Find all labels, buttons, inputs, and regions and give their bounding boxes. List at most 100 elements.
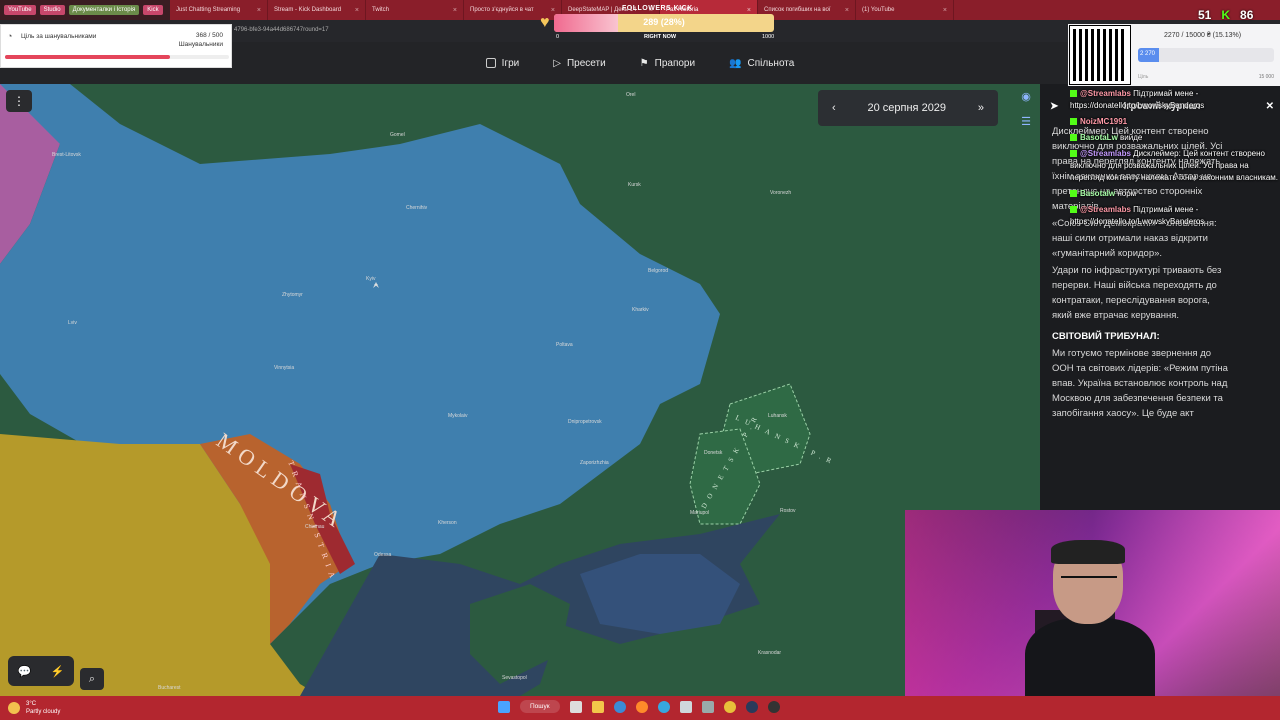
telegram-icon[interactable] xyxy=(657,700,670,713)
nav-label: Спільнота xyxy=(747,57,795,69)
city-label[interactable]: Luhansk xyxy=(768,413,787,419)
chat-message: @Streamlabs Підтримай мене - https://don… xyxy=(1070,204,1280,228)
prev-date-button[interactable]: ‹ xyxy=(832,102,836,114)
city-label[interactable]: Belgorod xyxy=(648,268,668,274)
menu-button[interactable]: ⋮ xyxy=(6,90,32,112)
steam-icon[interactable] xyxy=(745,700,758,713)
city-label[interactable]: Sevastopol xyxy=(502,675,527,681)
webcam-overlay xyxy=(905,510,1280,696)
grid-icon[interactable] xyxy=(701,700,714,713)
city-label[interactable]: Krasnodar xyxy=(758,650,781,656)
goal-progress-fill xyxy=(5,55,170,59)
bookmark-docs[interactable]: Документалки і Історія xyxy=(68,5,140,15)
nav-community[interactable]: 👥 Спільнота xyxy=(729,58,794,69)
kick-badge-icon xyxy=(1070,206,1077,214)
city-label[interactable]: Zaporizhzhia xyxy=(580,460,609,466)
city-label[interactable]: Rostov xyxy=(780,508,796,514)
map-search-button[interactable]: ⌕ xyxy=(80,668,104,690)
city-label[interactable]: Zhytomyr xyxy=(282,292,303,298)
log-heading: СВІТОВИЙ ТРИБУНАЛ: xyxy=(1052,331,1160,342)
close-icon[interactable]: × xyxy=(845,7,849,14)
city-label[interactable]: Vinnytsia xyxy=(274,365,294,371)
close-icon[interactable]: × xyxy=(453,7,457,14)
bookmark-studio[interactable]: Studio xyxy=(39,5,65,15)
log-paragraph: Ми готуємо термінове звернення до ООН та… xyxy=(1052,348,1228,419)
obs-icon[interactable] xyxy=(767,700,780,713)
chat-user: @Streamlabs xyxy=(1080,149,1131,158)
sun-icon xyxy=(8,702,20,714)
bookmark-kick[interactable]: Kick xyxy=(143,5,163,15)
chat-user: Basotalw xyxy=(1080,189,1116,198)
city-label[interactable]: Brest-Litovsk xyxy=(52,152,81,158)
city-label[interactable]: Voronezh xyxy=(770,190,791,196)
user-icon[interactable]: ◉ xyxy=(1021,90,1031,103)
taskview-icon[interactable] xyxy=(569,700,582,713)
app-icon[interactable] xyxy=(679,700,692,713)
city-label[interactable]: Orel xyxy=(626,92,635,98)
viewers-count: 51 xyxy=(1198,8,1212,22)
city-label[interactable]: Dnipropetrovsk xyxy=(568,419,602,425)
kick-badge-icon xyxy=(1070,134,1077,142)
city-label[interactable]: Mykolaiv xyxy=(448,413,468,419)
firefox-icon[interactable] xyxy=(635,700,648,713)
list-icon[interactable]: ☰ xyxy=(1021,115,1031,128)
city-label[interactable]: Kyiv xyxy=(366,276,376,282)
viewer-stats: 51 K 86 xyxy=(1198,8,1253,22)
next-date-button[interactable]: » xyxy=(978,102,984,114)
city-label[interactable]: Gomel xyxy=(390,132,405,138)
nav-games[interactable]: Ігри xyxy=(485,58,519,69)
browser-icon[interactable] xyxy=(613,700,626,713)
chat-icon[interactable]: 💬 xyxy=(18,665,32,678)
city-label[interactable]: Kharkiv xyxy=(632,307,649,313)
donation-bar-label: 2 270 xyxy=(1140,51,1156,57)
follower-goal-widget: ◔ Ціль за шанувальниками 368 / 500 Шанува… xyxy=(0,24,232,68)
city-label[interactable]: Kursk xyxy=(628,182,641,188)
taskbar-search[interactable]: Пошук xyxy=(520,700,560,713)
kick-badge-icon xyxy=(1070,190,1077,198)
bookmark-youtube[interactable]: YouTube xyxy=(4,5,36,15)
kick-badge-icon xyxy=(1070,118,1077,126)
map-svg[interactable]: MOLDOVA TRANSNISTRIA LUHANSK P.R DONETSK… xyxy=(0,84,1040,696)
url-text[interactable]: 4796-bfe3-94a44d686747round=17 xyxy=(234,27,329,33)
city-label[interactable]: Donetsk xyxy=(704,450,723,456)
goal-progress-bar xyxy=(5,55,229,59)
gamepad-icon xyxy=(485,58,496,68)
browser-tab[interactable]: Twitch × xyxy=(366,0,464,20)
chat-user: @Streamlabs xyxy=(1080,205,1131,214)
windows-start-icon[interactable] xyxy=(498,700,510,713)
browser-tab[interactable]: (1) YouTube × xyxy=(856,0,954,20)
kick-badge-icon xyxy=(1070,150,1077,158)
chat-message: @Streamlabs Підтримай мене - https://don… xyxy=(1070,88,1280,112)
followers-max: 1000 xyxy=(762,34,775,40)
city-label[interactable]: Lviv xyxy=(68,320,77,326)
world-map[interactable]: MOLDOVA TRANSNISTRIA LUHANSK P.R DONETSK… xyxy=(0,84,1040,696)
play-icon: ▷ xyxy=(553,57,561,69)
goal-title: Ціль за шанувальниками xyxy=(21,33,97,40)
city-label[interactable]: Poltava xyxy=(556,342,573,348)
close-icon[interactable]: × xyxy=(355,7,359,14)
city-label[interactable]: Odessa xyxy=(374,552,391,558)
donation-max: 15 000 xyxy=(1258,74,1274,80)
tab-label: Просто з'єднуйся в чат xyxy=(470,7,534,13)
lightning-icon[interactable]: ⚡ xyxy=(51,665,65,678)
close-icon[interactable]: × xyxy=(943,7,947,14)
chrome-icon[interactable] xyxy=(723,700,736,713)
city-label[interactable]: Mariupol xyxy=(690,510,709,516)
nav-presets[interactable]: ▷ Пресети xyxy=(553,58,605,69)
close-icon[interactable]: × xyxy=(257,7,261,14)
glasses xyxy=(1061,576,1117,588)
city-label[interactable]: Bucharest xyxy=(158,685,181,691)
chat-message: @Streamlabs Дисклеймер: Цей контент ство… xyxy=(1070,148,1280,184)
nav-flags[interactable]: ⚑ Прапори xyxy=(640,58,695,69)
browser-tab[interactable]: Just Chatting Streaming × xyxy=(170,0,268,20)
sea-of-azov xyxy=(580,554,740,634)
city-label[interactable]: Chernihiv xyxy=(406,205,428,211)
weather-widget[interactable]: 3°C Partly cloudy xyxy=(8,700,60,716)
browser-tab[interactable]: Stream - Kick Dashboard × xyxy=(268,0,366,20)
city-label[interactable]: Chisinau xyxy=(305,524,325,530)
folder-icon[interactable] xyxy=(591,700,604,713)
city-label[interactable]: Kherson xyxy=(438,520,457,526)
tab-label: Stream - Kick Dashboard xyxy=(274,7,342,13)
kick-viewers-count: 86 xyxy=(1240,8,1254,22)
heart-icon: ♥ xyxy=(540,14,550,31)
